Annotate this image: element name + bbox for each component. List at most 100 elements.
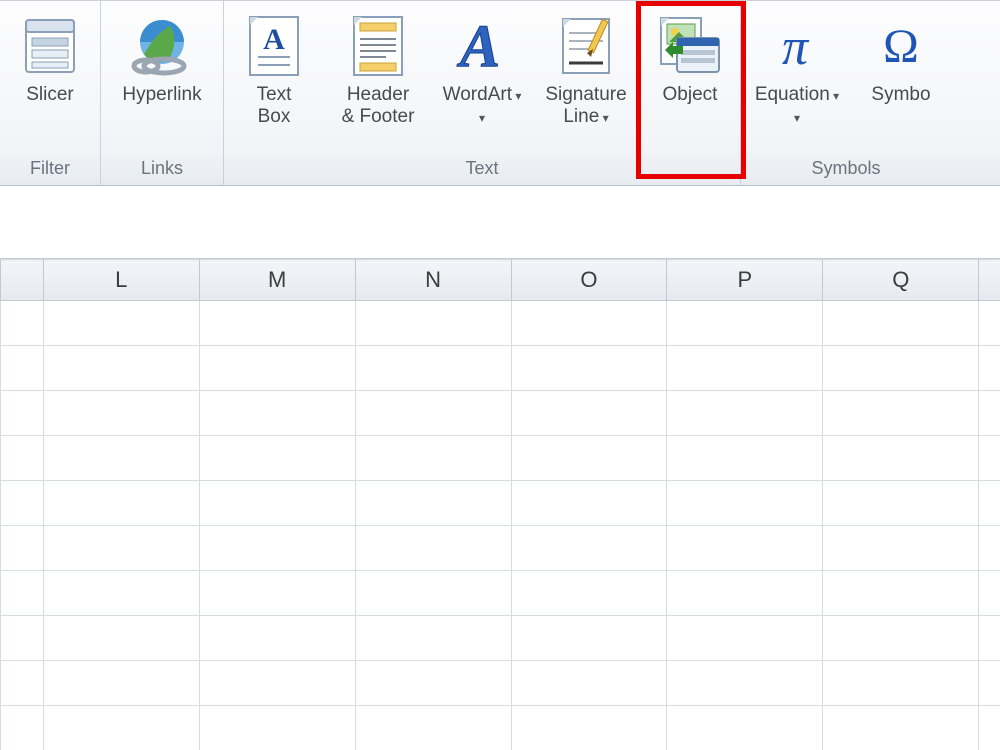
cell[interactable] <box>667 481 823 526</box>
cell[interactable] <box>43 346 199 391</box>
cell[interactable] <box>511 481 667 526</box>
cell[interactable] <box>355 526 511 571</box>
column-header-Q[interactable]: Q <box>823 260 979 301</box>
cell[interactable] <box>199 616 355 661</box>
cell[interactable] <box>511 571 667 616</box>
cell[interactable] <box>511 346 667 391</box>
slicer-button[interactable]: Slicer <box>2 5 98 131</box>
cell[interactable] <box>199 346 355 391</box>
cell[interactable] <box>199 571 355 616</box>
cell[interactable] <box>667 436 823 481</box>
column-header-P[interactable]: P <box>667 260 823 301</box>
column-header-M[interactable]: M <box>199 260 355 301</box>
cell[interactable] <box>511 706 667 750</box>
leading-column-stub[interactable] <box>1 260 44 301</box>
leading-cell-stub[interactable] <box>1 346 44 391</box>
leading-cell-stub[interactable] <box>1 301 44 346</box>
svg-text:π: π <box>782 19 810 74</box>
cell[interactable] <box>823 616 979 661</box>
cell[interactable] <box>355 481 511 526</box>
textbox-button[interactable]: A TextBox <box>226 5 322 131</box>
leading-cell-stub[interactable] <box>1 706 44 750</box>
cell[interactable] <box>43 616 199 661</box>
column-header-L[interactable]: L <box>43 260 199 301</box>
trailing-cell-stub[interactable] <box>979 301 1000 346</box>
cell[interactable] <box>823 526 979 571</box>
cell[interactable] <box>43 481 199 526</box>
cell[interactable] <box>823 301 979 346</box>
cell[interactable] <box>823 706 979 750</box>
cell[interactable] <box>355 661 511 706</box>
cell[interactable] <box>199 526 355 571</box>
worksheet-grid[interactable]: LMNOPQ <box>0 259 1000 750</box>
cell[interactable] <box>43 436 199 481</box>
cell[interactable] <box>511 436 667 481</box>
cell[interactable] <box>667 526 823 571</box>
cell[interactable] <box>199 391 355 436</box>
cell[interactable] <box>355 346 511 391</box>
column-header-O[interactable]: O <box>511 260 667 301</box>
trailing-cell-stub[interactable] <box>979 391 1000 436</box>
cell[interactable] <box>355 391 511 436</box>
cell[interactable] <box>355 616 511 661</box>
cell[interactable] <box>667 616 823 661</box>
trailing-cell-stub[interactable] <box>979 481 1000 526</box>
hyperlink-button[interactable]: Hyperlink <box>103 5 221 131</box>
cell[interactable] <box>667 571 823 616</box>
ribbon-group-links: HyperlinkLinks <box>101 1 224 185</box>
trailing-cell-stub[interactable] <box>979 616 1000 661</box>
cell[interactable] <box>823 346 979 391</box>
cell[interactable] <box>667 301 823 346</box>
trailing-cell-stub[interactable] <box>979 526 1000 571</box>
sigline-button[interactable]: SignatureLine <box>532 5 640 131</box>
cell[interactable] <box>823 391 979 436</box>
column-header-N[interactable]: N <box>355 260 511 301</box>
trailing-cell-stub[interactable] <box>979 436 1000 481</box>
cell[interactable] <box>355 571 511 616</box>
cell[interactable] <box>667 661 823 706</box>
cell[interactable] <box>199 436 355 481</box>
trailing-cell-stub[interactable] <box>979 571 1000 616</box>
cell[interactable] <box>43 706 199 750</box>
leading-cell-stub[interactable] <box>1 436 44 481</box>
object-button[interactable]: Object <box>642 5 738 131</box>
symbol-button[interactable]: Ω Symbo <box>853 5 949 131</box>
cell[interactable] <box>667 346 823 391</box>
cell[interactable] <box>43 526 199 571</box>
cell[interactable] <box>355 706 511 750</box>
cell[interactable] <box>199 481 355 526</box>
cell[interactable] <box>667 706 823 750</box>
leading-cell-stub[interactable] <box>1 571 44 616</box>
equation-button[interactable]: π Equation <box>743 5 851 131</box>
cell[interactable] <box>823 571 979 616</box>
cell[interactable] <box>43 301 199 346</box>
cell[interactable] <box>511 391 667 436</box>
cell[interactable] <box>199 301 355 346</box>
cell[interactable] <box>511 616 667 661</box>
cell[interactable] <box>43 391 199 436</box>
cell[interactable] <box>823 661 979 706</box>
trailing-column-stub[interactable] <box>979 260 1000 301</box>
cell[interactable] <box>43 571 199 616</box>
leading-cell-stub[interactable] <box>1 616 44 661</box>
trailing-cell-stub[interactable] <box>979 706 1000 750</box>
wordart-button[interactable]: A WordArt <box>434 5 530 131</box>
cell[interactable] <box>511 661 667 706</box>
cell[interactable] <box>823 436 979 481</box>
headerfooter-button[interactable]: Header& Footer <box>324 5 432 131</box>
leading-cell-stub[interactable] <box>1 661 44 706</box>
cell[interactable] <box>511 301 667 346</box>
cell[interactable] <box>511 526 667 571</box>
trailing-cell-stub[interactable] <box>979 346 1000 391</box>
cell[interactable] <box>43 661 199 706</box>
cell[interactable] <box>823 481 979 526</box>
cell[interactable] <box>355 301 511 346</box>
trailing-cell-stub[interactable] <box>979 661 1000 706</box>
leading-cell-stub[interactable] <box>1 526 44 571</box>
leading-cell-stub[interactable] <box>1 481 44 526</box>
cell[interactable] <box>667 391 823 436</box>
cell[interactable] <box>199 706 355 750</box>
leading-cell-stub[interactable] <box>1 391 44 436</box>
cell[interactable] <box>355 436 511 481</box>
cell[interactable] <box>199 661 355 706</box>
